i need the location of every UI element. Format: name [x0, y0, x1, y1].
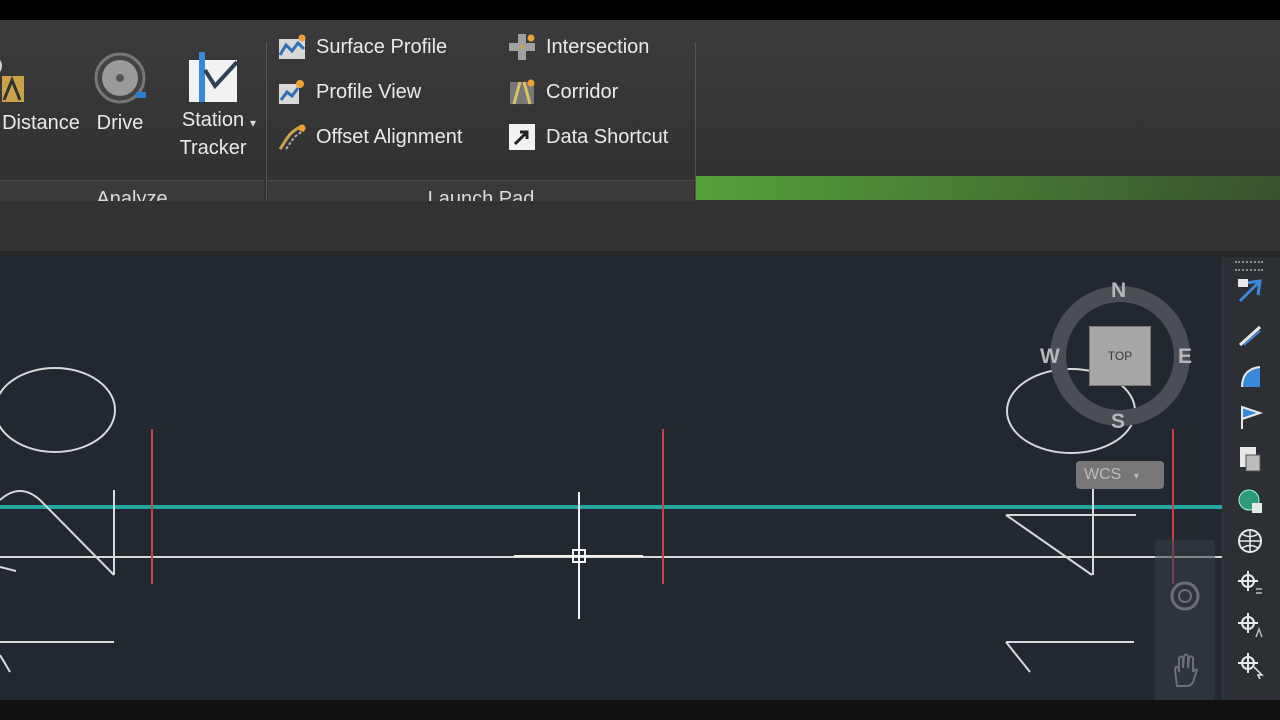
offset-alignment-button[interactable]: Offset Alignment: [278, 117, 462, 157]
palette-tool-button[interactable]: [1232, 360, 1268, 394]
distance-button[interactable]: Distance: [0, 50, 82, 135]
ribbon: Distance Drive Station Tracker ▾ Analyze…: [0, 20, 1280, 218]
drawing-viewport[interactable]: N S E W TOP WCS ▾: [0, 257, 1222, 700]
palette-tool-button[interactable]: [1232, 318, 1268, 352]
navigation-bar[interactable]: [1155, 540, 1215, 700]
surface-profile-icon: [278, 34, 306, 59]
surface-profile-button[interactable]: Surface Profile: [278, 27, 447, 67]
corridor-icon: [510, 79, 535, 105]
compass-south[interactable]: S: [1111, 410, 1125, 434]
intersection-button[interactable]: Intersection: [508, 27, 649, 67]
station-tracker-label-line1: Station: [181, 109, 245, 131]
intersection-label: Intersection: [546, 35, 650, 58]
drawing-canvas[interactable]: [0, 257, 1222, 700]
profile-view-icon: [279, 80, 304, 104]
offset-alignment-label: Offset Alignment: [316, 125, 463, 148]
data-shortcut-button[interactable]: Data Shortcut: [508, 117, 668, 157]
distance-label: Distance: [2, 112, 80, 134]
surface-profile-label: Surface Profile: [316, 35, 448, 58]
viewcube-top-face[interactable]: TOP: [1089, 326, 1151, 386]
palette-tool-button[interactable]: [1232, 442, 1268, 476]
pointer-flag-icon: [1238, 279, 1262, 303]
chevron-down-icon[interactable]: ▾: [250, 116, 256, 130]
palette-tool-button[interactable]: [1232, 484, 1268, 518]
station-label-glyph[interactable]: [0, 654, 11, 673]
station-label-glyph[interactable]: [0, 490, 115, 576]
palette-tool-button[interactable]: [1232, 400, 1268, 434]
corridor-button[interactable]: Corridor: [508, 72, 618, 112]
point-label-icon: [1238, 613, 1263, 638]
chevron-down-icon: ▾: [1133, 471, 1139, 482]
steering-wheel-icon[interactable]: [1169, 580, 1201, 612]
station-tracker-button[interactable]: Station Tracker: [170, 50, 256, 162]
globe-icon: [1238, 529, 1262, 553]
profile-view-label: Profile View: [316, 80, 422, 103]
compass-west[interactable]: W: [1040, 345, 1060, 369]
palette-tool-button[interactable]: [1232, 648, 1268, 682]
compass-east[interactable]: E: [1178, 345, 1192, 369]
palette-tool-button[interactable]: [1232, 566, 1268, 600]
paste-document-icon: [1240, 447, 1261, 472]
corridor-label: Corridor: [546, 80, 619, 103]
label-ellipse[interactable]: [0, 367, 116, 453]
point-select-icon: [1238, 653, 1264, 679]
station-tracker-label-line2: Tracker: [179, 137, 247, 159]
station-tracker-icon: [189, 52, 239, 102]
intersection-icon: [509, 34, 535, 60]
flag-tool-icon: [1241, 405, 1264, 429]
station-label-glyph[interactable]: [0, 566, 17, 572]
ucs-label: WCS: [1084, 466, 1122, 483]
pan-hand-icon[interactable]: [1169, 652, 1201, 688]
status-bar: [0, 700, 1280, 720]
panel-separator: [266, 42, 267, 218]
drive-label: Drive: [96, 112, 144, 134]
drive-icon: [94, 52, 146, 104]
station-label-glyph[interactable]: [1005, 514, 1093, 576]
data-shortcut-icon: [509, 124, 535, 150]
palette-tool-button[interactable]: [1232, 274, 1268, 308]
window-top-bar: [0, 0, 1280, 20]
crosshair-cursor: [514, 492, 643, 619]
palette-tool-button[interactable]: [1232, 608, 1268, 642]
dimension-tool-icon: [1238, 325, 1262, 347]
palette-tool-button[interactable]: [1232, 524, 1268, 558]
distance-icon: [0, 60, 24, 102]
profile-view-button[interactable]: Profile View: [278, 72, 421, 112]
palette-grip-handle[interactable]: [1235, 261, 1263, 271]
station-label-glyph[interactable]: [1005, 641, 1031, 673]
ucs-menu-button[interactable]: WCS ▾: [1076, 461, 1164, 489]
data-shortcut-label: Data Shortcut: [546, 125, 669, 148]
point-grid-icon: [1238, 571, 1262, 594]
compass-north[interactable]: N: [1111, 279, 1126, 303]
offset-alignment-icon: [278, 124, 306, 150]
ribbon-highlight-bar: [696, 176, 1280, 200]
globe-arrow-icon: [1238, 489, 1262, 513]
file-tab-bar: [0, 201, 1280, 257]
curve-tool-icon: [1241, 366, 1261, 388]
drive-button[interactable]: Drive: [88, 50, 152, 135]
